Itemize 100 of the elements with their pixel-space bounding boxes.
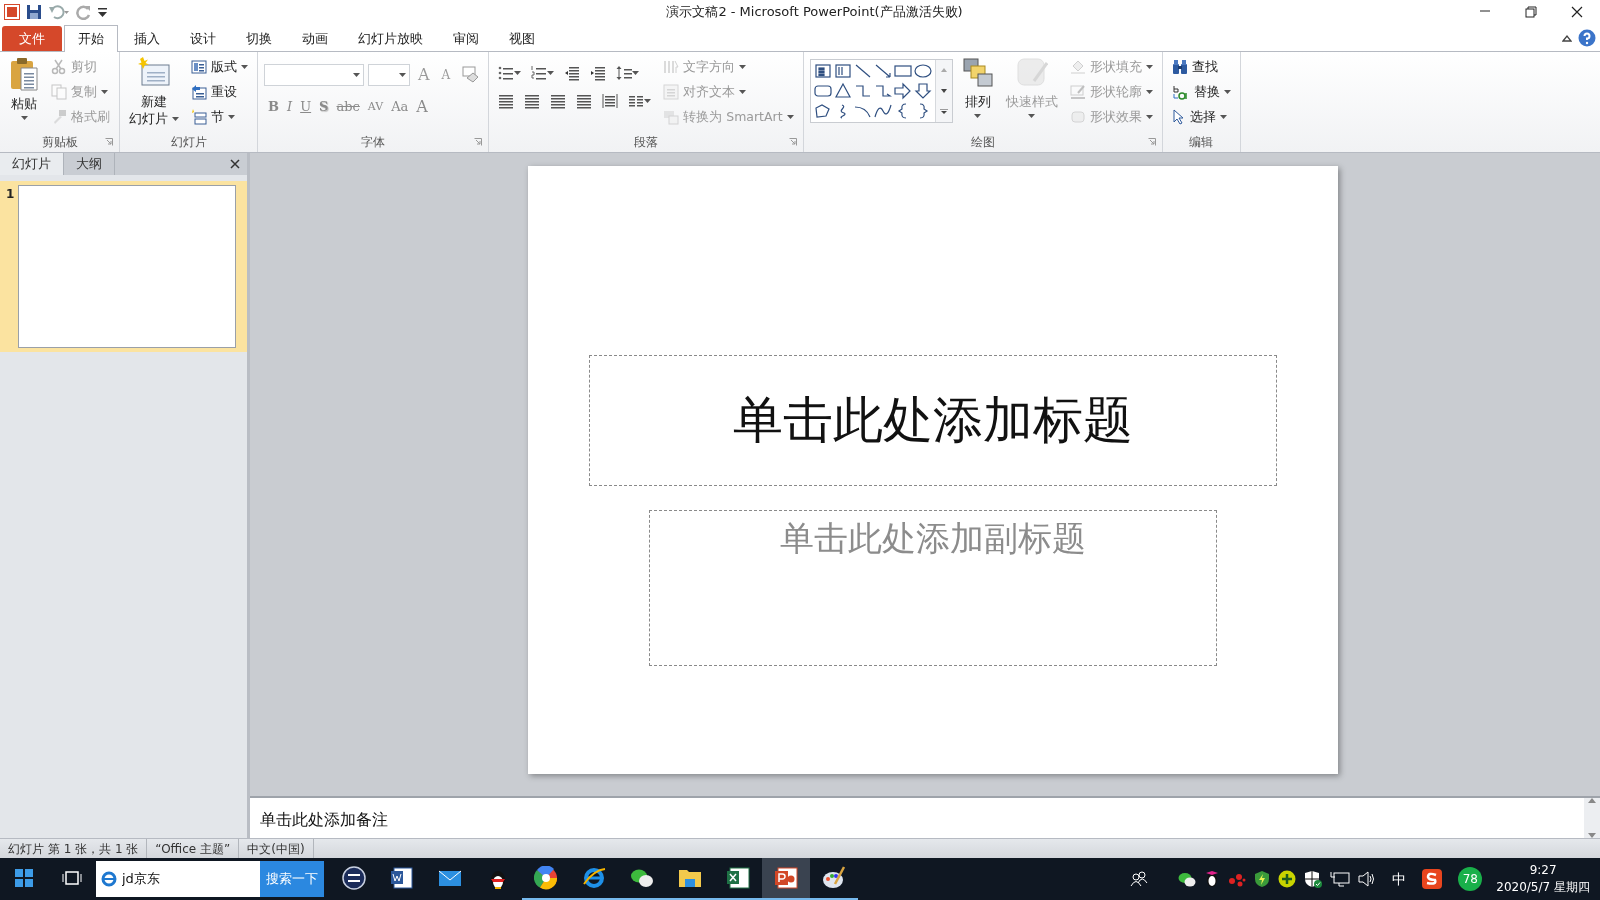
ribbon-tab[interactable]: 动画: [288, 26, 342, 51]
replace-icon: [1171, 84, 1190, 100]
scroll-up-icon[interactable]: [1588, 798, 1596, 803]
caret-icon: [1145, 90, 1153, 94]
ribbon-button[interactable]: 替换: [1168, 80, 1234, 104]
dialog-launcher-icon[interactable]: [1147, 138, 1156, 146]
ribbon-tab[interactable]: 审阅: [439, 26, 493, 51]
people-icon[interactable]: [1130, 871, 1149, 887]
ribbon-tab[interactable]: 视图: [495, 26, 549, 51]
plus-icon[interactable]: [1278, 870, 1297, 888]
ribbon-button[interactable]: 版式: [188, 55, 251, 79]
clock-date[interactable]: 2020/5/7 星期四: [1496, 879, 1590, 896]
dialog-launcher-icon[interactable]: [105, 138, 113, 146]
cursor-icon: [1171, 109, 1186, 125]
browser-icon[interactable]: [582, 866, 606, 890]
notes-field[interactable]: 单击此处添加备注: [250, 796, 1584, 838]
dialog-launcher-icon[interactable]: [474, 138, 483, 146]
ribbon-tab[interactable]: 切换: [232, 26, 286, 51]
effects-icon: [1069, 109, 1086, 125]
quick-styles-icon: [1015, 57, 1048, 89]
caret-icon: [974, 114, 982, 118]
font-name-field[interactable]: [264, 64, 364, 86]
close-icon[interactable]: [1571, 6, 1583, 18]
round-logo-icon[interactable]: [342, 866, 366, 890]
spreadsheet-icon[interactable]: [726, 866, 750, 890]
help-icon[interactable]: [1578, 29, 1596, 47]
group-label: 剪贴板: [41, 134, 78, 151]
increase-indent-icon[interactable]: [590, 65, 607, 81]
ribbon-button[interactable]: 查找: [1168, 55, 1234, 79]
arrange-icon: [961, 57, 994, 89]
windows-icon[interactable]: [15, 869, 33, 887]
search-field[interactable]: jd京东: [96, 861, 260, 897]
save-icon[interactable]: [26, 4, 42, 20]
app-tray-icon[interactable]: [1422, 869, 1443, 889]
network-icon[interactable]: [1330, 871, 1351, 887]
close-icon[interactable]: [230, 159, 240, 169]
input-method-indicator[interactable]: 中: [1384, 868, 1415, 890]
brush-icon: [51, 109, 67, 125]
document-icon[interactable]: [390, 866, 414, 890]
dialog-launcher-icon[interactable]: [788, 138, 797, 146]
bullets-icon[interactable]: [498, 65, 515, 81]
align-center-icon[interactable]: [524, 93, 541, 109]
palette-icon[interactable]: [822, 866, 846, 890]
title-placeholder[interactable]: 单击此处添加标题: [589, 354, 1277, 486]
caret-icon: [1223, 90, 1231, 94]
ribbon-button[interactable]: 重设: [188, 80, 251, 104]
more-icon[interactable]: [939, 108, 948, 115]
binoculars-icon: [1171, 59, 1188, 75]
caret-icon: [1145, 115, 1153, 119]
numbering-icon[interactable]: [531, 65, 548, 81]
justify-icon[interactable]: [576, 93, 593, 109]
collapse-ribbon-icon[interactable]: [1562, 34, 1572, 42]
browser-icon: [100, 870, 118, 888]
ribbon-button[interactable]: 选择: [1168, 105, 1234, 129]
color-wheel-icon[interactable]: [534, 866, 558, 890]
eraser-icon[interactable]: [461, 66, 480, 84]
columns-icon[interactable]: [628, 93, 645, 109]
ribbon-tab[interactable]: 插入: [120, 26, 174, 51]
window-title: 演示文稿2 - Microsoft PowerPoint(产品激活失败): [665, 3, 964, 22]
clock-time[interactable]: 9:27: [1529, 862, 1557, 879]
restore-icon[interactable]: [1525, 6, 1537, 18]
speaker-icon[interactable]: [1358, 871, 1377, 887]
caret-icon: [353, 73, 360, 77]
customize-menu-icon[interactable]: [98, 7, 107, 17]
ribbon-tab[interactable]: 设计: [176, 26, 230, 51]
caret-icon: [547, 71, 555, 75]
dots-icon[interactable]: [1228, 871, 1247, 887]
search-button[interactable]: 搜索一下: [260, 861, 324, 897]
ribbon-button[interactable]: 粘贴: [6, 55, 42, 132]
shield-icon[interactable]: [1254, 870, 1271, 888]
smartart-icon: [663, 109, 680, 125]
presentation-icon[interactable]: [774, 866, 798, 890]
task-view-icon[interactable]: [62, 870, 82, 886]
ribbon-button[interactable]: 排列: [958, 55, 997, 132]
line-spacing-icon[interactable]: [616, 65, 633, 81]
caret-icon: [739, 65, 747, 69]
align-left-icon[interactable]: [498, 93, 515, 109]
caret-icon: [241, 65, 248, 69]
file-tab[interactable]: 文件: [2, 26, 62, 51]
distribute-icon[interactable]: [602, 93, 619, 109]
pane-tab[interactable]: 幻灯片: [0, 153, 64, 175]
caret-icon: [399, 73, 406, 77]
align-right-icon[interactable]: [550, 93, 567, 109]
chat-bubbles-icon[interactable]: [1178, 871, 1197, 887]
group-label: 编辑: [1189, 134, 1214, 151]
shield-check-icon[interactable]: [1304, 870, 1323, 888]
scroll-down-icon[interactable]: [939, 88, 948, 94]
scissors-icon: [51, 59, 67, 75]
ribbon-tab[interactable]: 幻灯片放映: [344, 26, 437, 51]
align-text-icon: [663, 84, 680, 100]
decrease-indent-icon[interactable]: [564, 65, 581, 81]
caret-icon: [739, 90, 747, 94]
slide-number: 1: [6, 186, 15, 203]
reset-icon: [191, 84, 207, 100]
ribbon-button[interactable]: 节: [188, 105, 251, 129]
ribbon-tab[interactable]: 开始: [64, 25, 118, 52]
ribbon-button[interactable]: 新建 幻灯片: [126, 55, 182, 132]
app-logo-icon[interactable]: [4, 4, 20, 20]
slide-thumbnail[interactable]: [18, 185, 237, 348]
font-size-field[interactable]: [368, 64, 410, 86]
